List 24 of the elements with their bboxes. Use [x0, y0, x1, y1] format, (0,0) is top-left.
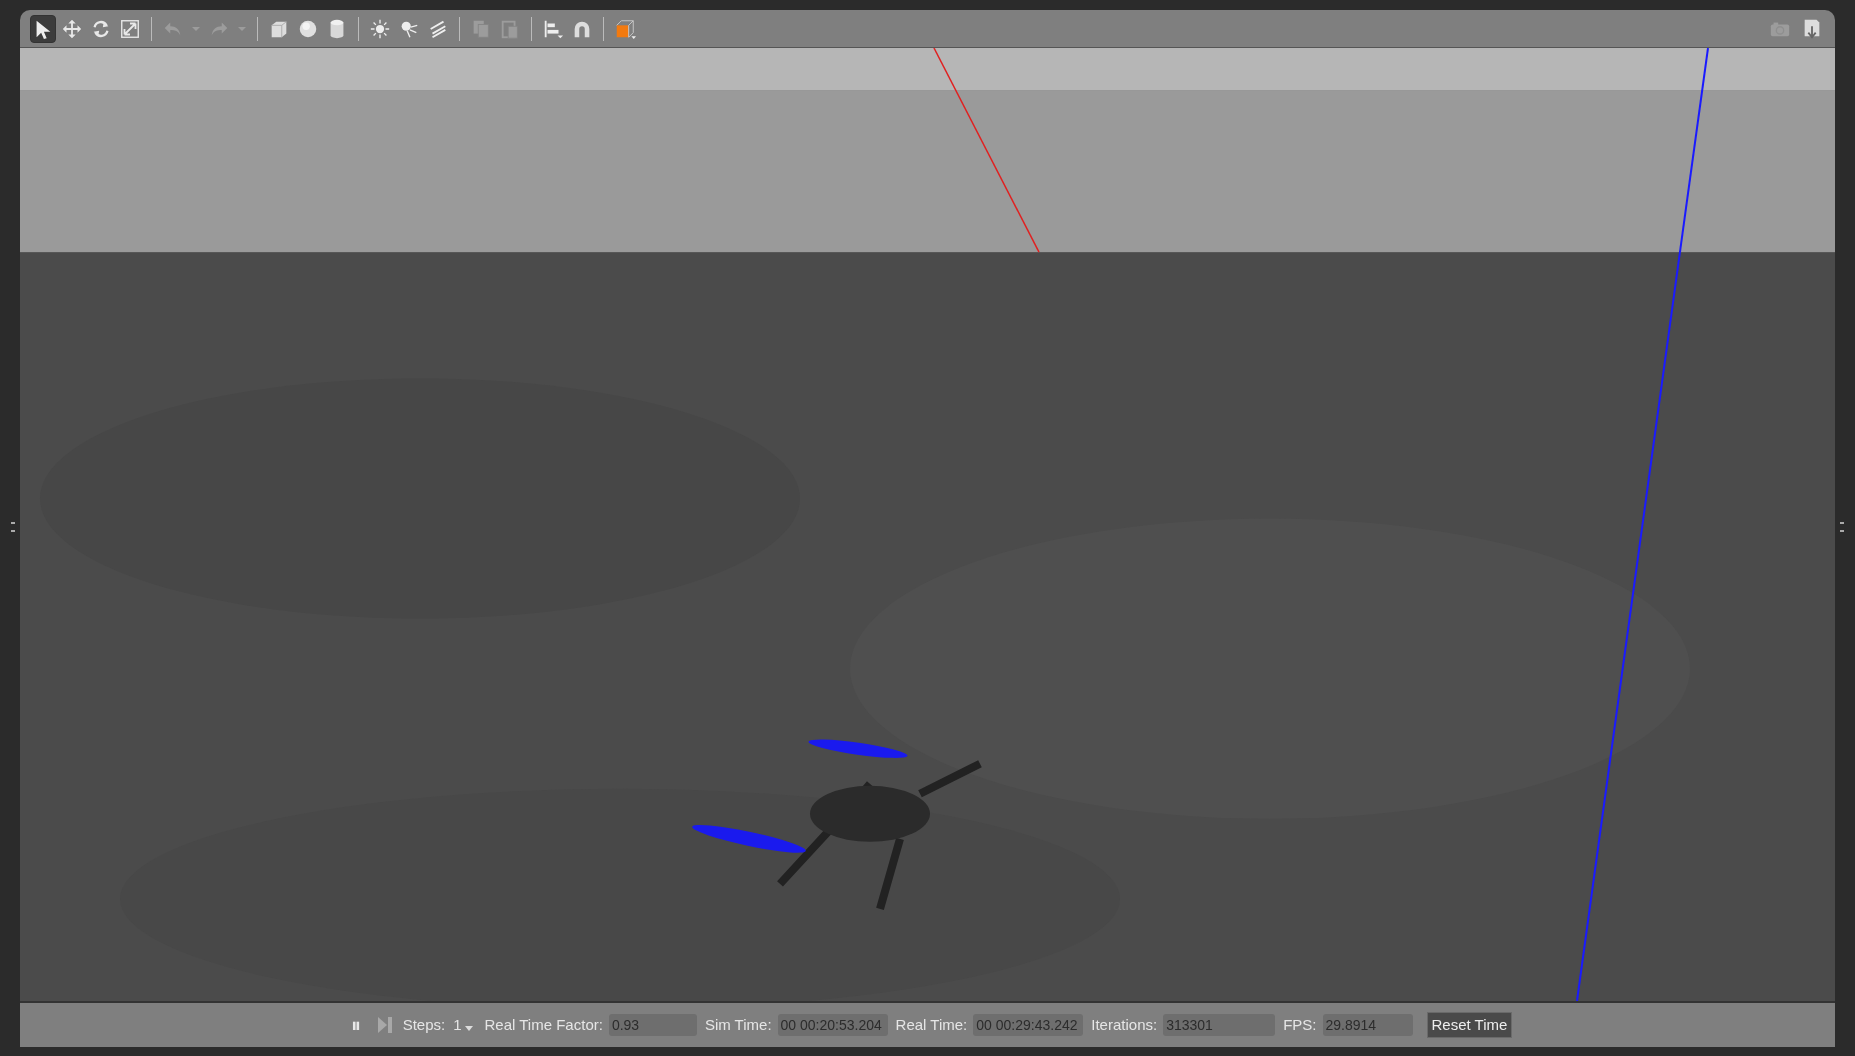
- readout-field[interactable]: 00 00:20:53.204: [777, 1014, 888, 1036]
- left-panel-handle[interactable]: [11, 522, 15, 532]
- field-label: Sim Time:: [704, 1014, 772, 1035]
- field-label: FPS:: [1283, 1014, 1317, 1035]
- caret-icon: [464, 1026, 473, 1032]
- readout-field[interactable]: 313301: [1163, 1014, 1276, 1036]
- field-label: Iterations:: [1091, 1014, 1158, 1035]
- sun-icon: [369, 17, 391, 40]
- reset-time-button[interactable]: Reset Time: [1426, 1012, 1513, 1038]
- pause-button[interactable]: ⏸: [342, 1012, 369, 1038]
- steps-dropdown[interactable]: 1: [453, 1013, 473, 1037]
- view-angle-icon: [614, 17, 636, 40]
- steps-label: Steps:: [402, 1014, 446, 1035]
- readout-field[interactable]: 0.93: [608, 1014, 697, 1036]
- field-label: Real Time:: [895, 1014, 968, 1035]
- scale-icon: [119, 17, 141, 40]
- caret-icon: [238, 26, 246, 31]
- readout-field[interactable]: 00 00:29:43.242: [973, 1014, 1084, 1036]
- caret-icon: [192, 26, 200, 31]
- move-arrows-icon: [61, 17, 83, 40]
- readout-field[interactable]: 29.8914: [1322, 1014, 1413, 1036]
- right-panel-handle[interactable]: [1840, 522, 1844, 532]
- field-label: Real Time Factor:: [484, 1014, 603, 1035]
- select-arrow-button[interactable]: [30, 14, 56, 43]
